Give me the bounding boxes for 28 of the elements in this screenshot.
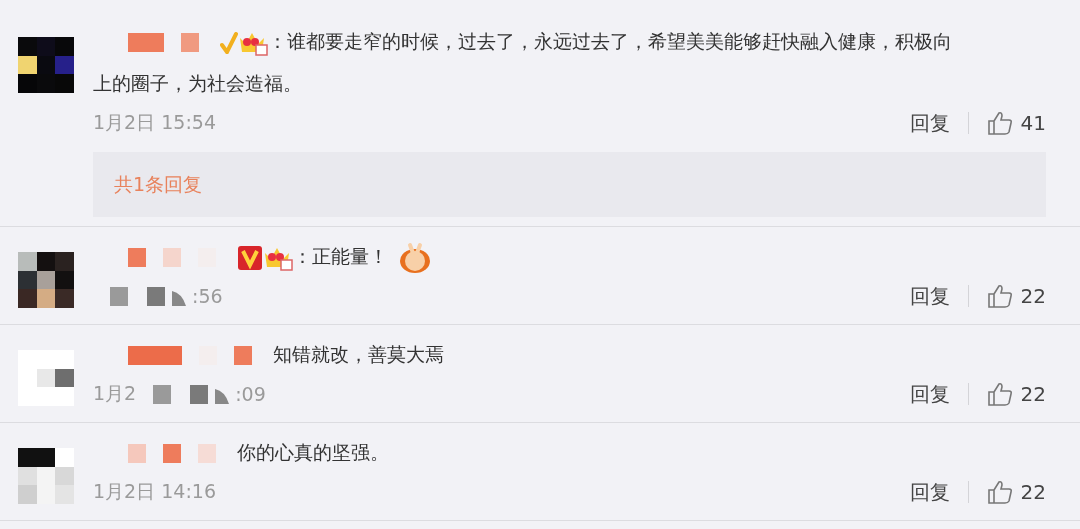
- like-count: 22: [1020, 480, 1046, 504]
- reply-button[interactable]: 回复: [909, 282, 950, 310]
- comment-text: ：正能量！: [293, 245, 388, 267]
- like-count: 22: [1020, 284, 1046, 308]
- timestamp: 1月2: [93, 381, 137, 406]
- thumbs-up-icon[interactable]: [986, 111, 1013, 135]
- timestamp: 1月2日 15:54: [93, 110, 216, 135]
- comment-text: 知错就改，善莫大焉: [273, 343, 444, 365]
- timestamp: 1月2日 14:16: [93, 479, 216, 504]
- thumbs-up-icon[interactable]: [986, 382, 1013, 406]
- reply-button[interactable]: 回复: [909, 109, 950, 137]
- avatar-mosaic[interactable]: [18, 37, 74, 93]
- reply-button[interactable]: 回复: [909, 380, 950, 408]
- checkmark-icon: [220, 31, 238, 54]
- avatar-mosaic[interactable]: [18, 448, 74, 504]
- vip-badge-icon: [237, 244, 263, 271]
- comment-text: ：谁都要走窄的时候，过去了，永远过去了，希望美美能够赶快融入健康，积极向: [268, 30, 952, 52]
- like-count: 22: [1020, 382, 1046, 406]
- timestamp: :56: [192, 285, 223, 307]
- hands-emoji-icon: [398, 240, 432, 275]
- timestamp: :09: [235, 383, 266, 405]
- comment-text: 上的圈子，为社会造福。: [93, 72, 302, 94]
- reply-button[interactable]: 回复: [909, 478, 950, 506]
- comment-text: 你的心真的坚强。: [237, 441, 389, 463]
- like-count: 41: [1020, 111, 1046, 135]
- avatar-mosaic[interactable]: [18, 252, 74, 308]
- thumbs-up-icon[interactable]: [986, 284, 1013, 308]
- thumbs-up-icon[interactable]: [986, 480, 1013, 504]
